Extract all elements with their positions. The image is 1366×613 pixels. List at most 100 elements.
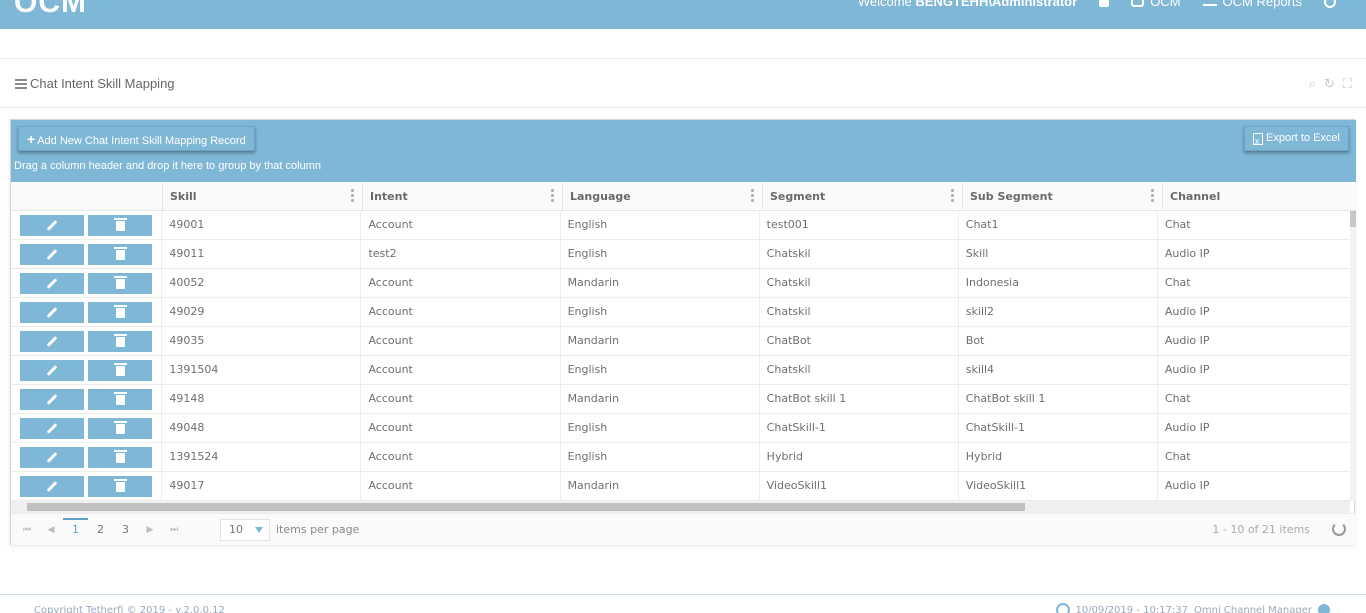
column-header-skill[interactable]: Skill <box>162 182 362 211</box>
horizontal-scrollbar[interactable] <box>11 501 1350 513</box>
row-actions <box>11 298 161 327</box>
prev-page-button[interactable]: ◀ <box>39 518 63 542</box>
column-header-language[interactable]: Language <box>562 182 762 211</box>
cell-segment: Hybrid <box>758 443 958 472</box>
edit-button[interactable] <box>20 447 84 468</box>
export-excel-button[interactable]: Export to Excel <box>1244 126 1349 154</box>
page-number-button[interactable]: 3 <box>113 518 138 542</box>
delete-button[interactable] <box>88 331 152 352</box>
delete-button[interactable] <box>88 215 152 236</box>
refresh-icon[interactable] <box>1332 522 1346 536</box>
column-header-intent[interactable]: Intent <box>362 182 562 211</box>
row-actions <box>11 269 161 298</box>
delete-button[interactable] <box>88 273 152 294</box>
cell-sub-segment: skill4 <box>957 356 1157 385</box>
table-row[interactable]: 49001 Account English test001 Chat1 Chat <box>11 211 1350 240</box>
cell-channel: Chat <box>1156 211 1350 240</box>
column-header-label: Channel <box>1170 190 1221 203</box>
logout-button[interactable] <box>1324 0 1336 8</box>
row-actions <box>11 443 161 472</box>
search-icon[interactable]: ⌕ <box>1309 77 1316 92</box>
row-actions <box>11 211 161 240</box>
delete-button[interactable] <box>88 389 152 410</box>
grid-toolbar: + Add New Chat Intent Skill Mapping Recor… <box>11 120 1356 182</box>
page-size-select[interactable]: 10 <box>220 518 270 541</box>
info-icon[interactable] <box>1318 604 1330 613</box>
fullscreen-icon[interactable]: ⛶ <box>1343 77 1352 92</box>
delete-button[interactable] <box>88 302 152 323</box>
pencil-icon <box>46 336 58 347</box>
add-record-label: Add New Chat Intent Skill Mapping Record <box>37 135 246 147</box>
vertical-scroll-thumb[interactable] <box>1350 211 1356 227</box>
footer-product: Omni Channel Manager <box>1194 604 1312 613</box>
cell-channel: Audio IP <box>1156 414 1350 443</box>
hamburger-icon[interactable] <box>15 78 27 89</box>
first-page-button[interactable]: ⏮ <box>15 518 39 542</box>
cell-language: Mandarin <box>559 472 759 501</box>
table-row[interactable]: 1391524 Account English Hybrid Hybrid Chat <box>11 443 1350 472</box>
edit-button[interactable] <box>20 215 84 236</box>
delete-button[interactable] <box>88 476 152 497</box>
table-row[interactable]: 49035 Account Mandarin ChatBot Bot Audio IP <box>11 327 1350 356</box>
delete-button[interactable] <box>88 447 152 468</box>
menu-ocm-reports[interactable]: OCM Reports <box>1202 0 1302 9</box>
table-row[interactable]: 49017 Account Mandarin VideoSkill1 VideoSkil… <box>11 472 1350 501</box>
horizontal-scroll-thumb[interactable] <box>27 503 1025 511</box>
row-actions <box>11 240 161 269</box>
last-page-button[interactable]: ⏭ <box>162 518 186 542</box>
column-menu-icon[interactable] <box>1151 189 1154 203</box>
edit-button[interactable] <box>20 418 84 439</box>
next-page-button[interactable]: ▶ <box>138 518 162 542</box>
refresh-icon[interactable]: ↻ <box>1324 77 1335 92</box>
header-right: Welcome BENGTEHH\Administrator OCM OCM R… <box>858 0 1336 9</box>
column-header-channel[interactable]: Channel <box>1162 182 1356 211</box>
delete-button[interactable] <box>88 244 152 265</box>
delete-button[interactable] <box>88 418 152 439</box>
cell-channel: Audio IP <box>1156 327 1350 356</box>
table-body: 49001 Account English test001 Chat1 Chat 49011… <box>11 211 1350 501</box>
pencil-icon <box>46 452 58 463</box>
table-row[interactable]: 49148 Account Mandarin ChatBot skill 1 ChatB… <box>11 385 1350 414</box>
pencil-icon <box>46 423 58 434</box>
edit-button[interactable] <box>20 476 84 497</box>
welcome-user: BENGTEHH\Administrator <box>915 0 1078 9</box>
delete-button[interactable] <box>88 360 152 381</box>
vertical-scrollbar[interactable] <box>1350 211 1356 501</box>
cell-language: English <box>559 240 759 269</box>
edit-button[interactable] <box>20 302 84 323</box>
page-number-button[interactable]: 1 <box>63 517 88 542</box>
edit-button[interactable] <box>20 244 84 265</box>
app-logo[interactable]: OCM <box>14 0 87 20</box>
cell-language: English <box>559 298 759 327</box>
page-number-button[interactable]: 2 <box>88 518 113 542</box>
group-drop-area[interactable]: Drag a column header and drop it here to… <box>14 160 321 172</box>
table-row[interactable]: 1391504 Account English Chatskil skill4 Audio… <box>11 356 1350 385</box>
cell-sub-segment: ChatBot skill 1 <box>957 385 1157 414</box>
cell-channel: Audio IP <box>1156 356 1350 385</box>
table-row[interactable]: 40052 Account Mandarin Chatskil Indonesia Cha… <box>11 269 1350 298</box>
add-record-button[interactable]: + Add New Chat Intent Skill Mapping Recor… <box>18 126 255 151</box>
column-menu-icon[interactable] <box>351 189 354 203</box>
notifications-button[interactable] <box>1099 0 1110 7</box>
cell-skill: 1391524 <box>161 443 360 472</box>
column-menu-icon[interactable] <box>951 189 954 203</box>
table-row[interactable]: 49029 Account English Chatskil skill2 Audio I… <box>11 298 1350 327</box>
pencil-icon <box>46 278 58 289</box>
chevron-down-icon <box>255 526 263 533</box>
column-menu-icon[interactable] <box>551 189 554 203</box>
column-menu-icon[interactable] <box>751 189 754 203</box>
cell-intent: Account <box>360 385 559 414</box>
column-header-segment[interactable]: Segment <box>762 182 962 211</box>
cell-channel: Audio IP <box>1156 472 1350 501</box>
table-row[interactable]: 49011 test2 English Chatskil Skill Audio IP <box>11 240 1350 269</box>
menu-ocm[interactable]: OCM <box>1131 0 1181 9</box>
cell-segment: VideoSkill1 <box>758 472 958 501</box>
table-row[interactable]: 49048 Account English ChatSkill-1 ChatSkill-… <box>11 414 1350 443</box>
edit-button[interactable] <box>20 360 84 381</box>
edit-button[interactable] <box>20 331 84 352</box>
pager: ⏮ ◀ 123 ▶ ⏭ 10 items per page 1 - 10 of … <box>11 513 1356 545</box>
trash-icon <box>113 333 127 347</box>
edit-button[interactable] <box>20 273 84 294</box>
column-header-sub-segment[interactable]: Sub Segment <box>962 182 1162 211</box>
edit-button[interactable] <box>20 389 84 410</box>
